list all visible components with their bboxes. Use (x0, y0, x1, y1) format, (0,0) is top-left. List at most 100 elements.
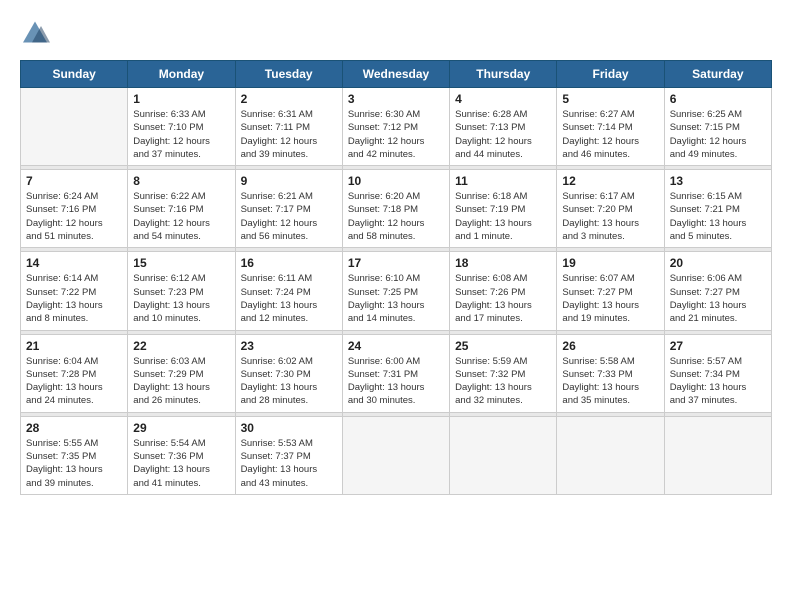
calendar-cell: 10 Sunrise: 6:20 AM Sunset: 7:18 PM Dayli… (342, 170, 449, 248)
weekday-header-row: SundayMondayTuesdayWednesdayThursdayFrid… (21, 61, 772, 88)
day-number: 7 (26, 174, 122, 188)
calendar-week-1: 1 Sunrise: 6:33 AM Sunset: 7:10 PM Daylig… (21, 88, 772, 166)
calendar-cell: 8 Sunrise: 6:22 AM Sunset: 7:16 PM Daylig… (128, 170, 235, 248)
day-number: 8 (133, 174, 229, 188)
day-info: Sunrise: 6:18 AM Sunset: 7:19 PM Dayligh… (455, 190, 551, 243)
day-number: 14 (26, 256, 122, 270)
calendar-cell: 21 Sunrise: 6:04 AM Sunset: 7:28 PM Dayli… (21, 334, 128, 412)
calendar-cell: 17 Sunrise: 6:10 AM Sunset: 7:25 PM Dayli… (342, 252, 449, 330)
day-info: Sunrise: 6:24 AM Sunset: 7:16 PM Dayligh… (26, 190, 122, 243)
calendar-cell: 19 Sunrise: 6:07 AM Sunset: 7:27 PM Dayli… (557, 252, 664, 330)
day-number: 2 (241, 92, 337, 106)
day-number: 1 (133, 92, 229, 106)
day-number: 25 (455, 339, 551, 353)
day-number: 24 (348, 339, 444, 353)
calendar-cell: 5 Sunrise: 6:27 AM Sunset: 7:14 PM Daylig… (557, 88, 664, 166)
calendar-cell: 26 Sunrise: 5:58 AM Sunset: 7:33 PM Dayli… (557, 334, 664, 412)
day-number: 16 (241, 256, 337, 270)
day-number: 15 (133, 256, 229, 270)
day-info: Sunrise: 6:17 AM Sunset: 7:20 PM Dayligh… (562, 190, 658, 243)
calendar-cell: 9 Sunrise: 6:21 AM Sunset: 7:17 PM Daylig… (235, 170, 342, 248)
day-info: Sunrise: 5:58 AM Sunset: 7:33 PM Dayligh… (562, 355, 658, 408)
day-info: Sunrise: 6:03 AM Sunset: 7:29 PM Dayligh… (133, 355, 229, 408)
day-info: Sunrise: 6:07 AM Sunset: 7:27 PM Dayligh… (562, 272, 658, 325)
page-header (20, 20, 772, 50)
calendar-cell: 12 Sunrise: 6:17 AM Sunset: 7:20 PM Dayli… (557, 170, 664, 248)
calendar-week-2: 7 Sunrise: 6:24 AM Sunset: 7:16 PM Daylig… (21, 170, 772, 248)
day-number: 19 (562, 256, 658, 270)
day-number: 28 (26, 421, 122, 435)
calendar-cell: 20Sunrise: 6:06 AM Sunset: 7:27 PM Dayli… (664, 252, 771, 330)
weekday-header-saturday: Saturday (664, 61, 771, 88)
calendar-cell: 11 Sunrise: 6:18 AM Sunset: 7:19 PM Dayli… (450, 170, 557, 248)
calendar-week-5: 28 Sunrise: 5:55 AM Sunset: 7:35 PM Dayli… (21, 416, 772, 494)
day-info: Sunrise: 6:02 AM Sunset: 7:30 PM Dayligh… (241, 355, 337, 408)
weekday-header-wednesday: Wednesday (342, 61, 449, 88)
calendar-cell: 1 Sunrise: 6:33 AM Sunset: 7:10 PM Daylig… (128, 88, 235, 166)
day-number: 11 (455, 174, 551, 188)
day-number: 3 (348, 92, 444, 106)
calendar-cell (342, 416, 449, 494)
logo-icon (20, 20, 50, 50)
day-number: 5 (562, 92, 658, 106)
calendar-cell: 6Sunrise: 6:25 AM Sunset: 7:15 PM Daylig… (664, 88, 771, 166)
day-info: Sunrise: 6:00 AM Sunset: 7:31 PM Dayligh… (348, 355, 444, 408)
day-info: Sunrise: 6:12 AM Sunset: 7:23 PM Dayligh… (133, 272, 229, 325)
day-info: Sunrise: 6:10 AM Sunset: 7:25 PM Dayligh… (348, 272, 444, 325)
calendar-cell: 18 Sunrise: 6:08 AM Sunset: 7:26 PM Dayli… (450, 252, 557, 330)
day-info: Sunrise: 6:21 AM Sunset: 7:17 PM Dayligh… (241, 190, 337, 243)
day-info: Sunrise: 6:04 AM Sunset: 7:28 PM Dayligh… (26, 355, 122, 408)
calendar-cell (450, 416, 557, 494)
day-number: 10 (348, 174, 444, 188)
day-info: Sunrise: 5:55 AM Sunset: 7:35 PM Dayligh… (26, 437, 122, 490)
calendar-cell: 14 Sunrise: 6:14 AM Sunset: 7:22 PM Dayli… (21, 252, 128, 330)
calendar-cell: 4 Sunrise: 6:28 AM Sunset: 7:13 PM Daylig… (450, 88, 557, 166)
day-info: Sunrise: 5:59 AM Sunset: 7:32 PM Dayligh… (455, 355, 551, 408)
day-info: Sunrise: 5:57 AM Sunset: 7:34 PM Dayligh… (670, 355, 766, 408)
calendar-cell: 23 Sunrise: 6:02 AM Sunset: 7:30 PM Dayli… (235, 334, 342, 412)
calendar-cell: 29Sunrise: 5:54 AM Sunset: 7:36 PM Dayli… (128, 416, 235, 494)
day-info: Sunrise: 6:28 AM Sunset: 7:13 PM Dayligh… (455, 108, 551, 161)
day-info: Sunrise: 6:25 AM Sunset: 7:15 PM Dayligh… (670, 108, 766, 161)
calendar-cell: 16Sunrise: 6:11 AM Sunset: 7:24 PM Dayli… (235, 252, 342, 330)
calendar-cell: 3Sunrise: 6:30 AM Sunset: 7:12 PM Daylig… (342, 88, 449, 166)
day-info: Sunrise: 6:15 AM Sunset: 7:21 PM Dayligh… (670, 190, 766, 243)
calendar-cell: 22 Sunrise: 6:03 AM Sunset: 7:29 PM Dayli… (128, 334, 235, 412)
day-number: 20 (670, 256, 766, 270)
calendar-cell: 30 Sunrise: 5:53 AM Sunset: 7:37 PM Dayli… (235, 416, 342, 494)
day-info: Sunrise: 6:20 AM Sunset: 7:18 PM Dayligh… (348, 190, 444, 243)
calendar-cell: 28 Sunrise: 5:55 AM Sunset: 7:35 PM Dayli… (21, 416, 128, 494)
day-number: 4 (455, 92, 551, 106)
calendar-cell: 15 Sunrise: 6:12 AM Sunset: 7:23 PM Dayli… (128, 252, 235, 330)
weekday-header-friday: Friday (557, 61, 664, 88)
day-info: Sunrise: 5:53 AM Sunset: 7:37 PM Dayligh… (241, 437, 337, 490)
day-number: 18 (455, 256, 551, 270)
calendar-cell (664, 416, 771, 494)
day-number: 17 (348, 256, 444, 270)
calendar-cell: 13Sunrise: 6:15 AM Sunset: 7:21 PM Dayli… (664, 170, 771, 248)
day-info: Sunrise: 6:08 AM Sunset: 7:26 PM Dayligh… (455, 272, 551, 325)
day-info: Sunrise: 6:27 AM Sunset: 7:14 PM Dayligh… (562, 108, 658, 161)
weekday-header-thursday: Thursday (450, 61, 557, 88)
calendar-cell: 27 Sunrise: 5:57 AM Sunset: 7:34 PM Dayli… (664, 334, 771, 412)
calendar-cell: 24 Sunrise: 6:00 AM Sunset: 7:31 PM Dayli… (342, 334, 449, 412)
day-number: 12 (562, 174, 658, 188)
calendar-cell (557, 416, 664, 494)
calendar-cell (21, 88, 128, 166)
day-number: 27 (670, 339, 766, 353)
calendar-table: SundayMondayTuesdayWednesdayThursdayFrid… (20, 60, 772, 495)
calendar-cell: 7 Sunrise: 6:24 AM Sunset: 7:16 PM Daylig… (21, 170, 128, 248)
calendar-cell: 25 Sunrise: 5:59 AM Sunset: 7:32 PM Dayli… (450, 334, 557, 412)
weekday-header-sunday: Sunday (21, 61, 128, 88)
day-number: 30 (241, 421, 337, 435)
day-number: 21 (26, 339, 122, 353)
day-info: Sunrise: 5:54 AM Sunset: 7:36 PM Dayligh… (133, 437, 229, 490)
day-number: 22 (133, 339, 229, 353)
day-info: Sunrise: 6:14 AM Sunset: 7:22 PM Dayligh… (26, 272, 122, 325)
day-info: Sunrise: 6:33 AM Sunset: 7:10 PM Dayligh… (133, 108, 229, 161)
day-info: Sunrise: 6:22 AM Sunset: 7:16 PM Dayligh… (133, 190, 229, 243)
day-number: 23 (241, 339, 337, 353)
calendar-week-4: 21 Sunrise: 6:04 AM Sunset: 7:28 PM Dayli… (21, 334, 772, 412)
day-number: 26 (562, 339, 658, 353)
day-number: 9 (241, 174, 337, 188)
